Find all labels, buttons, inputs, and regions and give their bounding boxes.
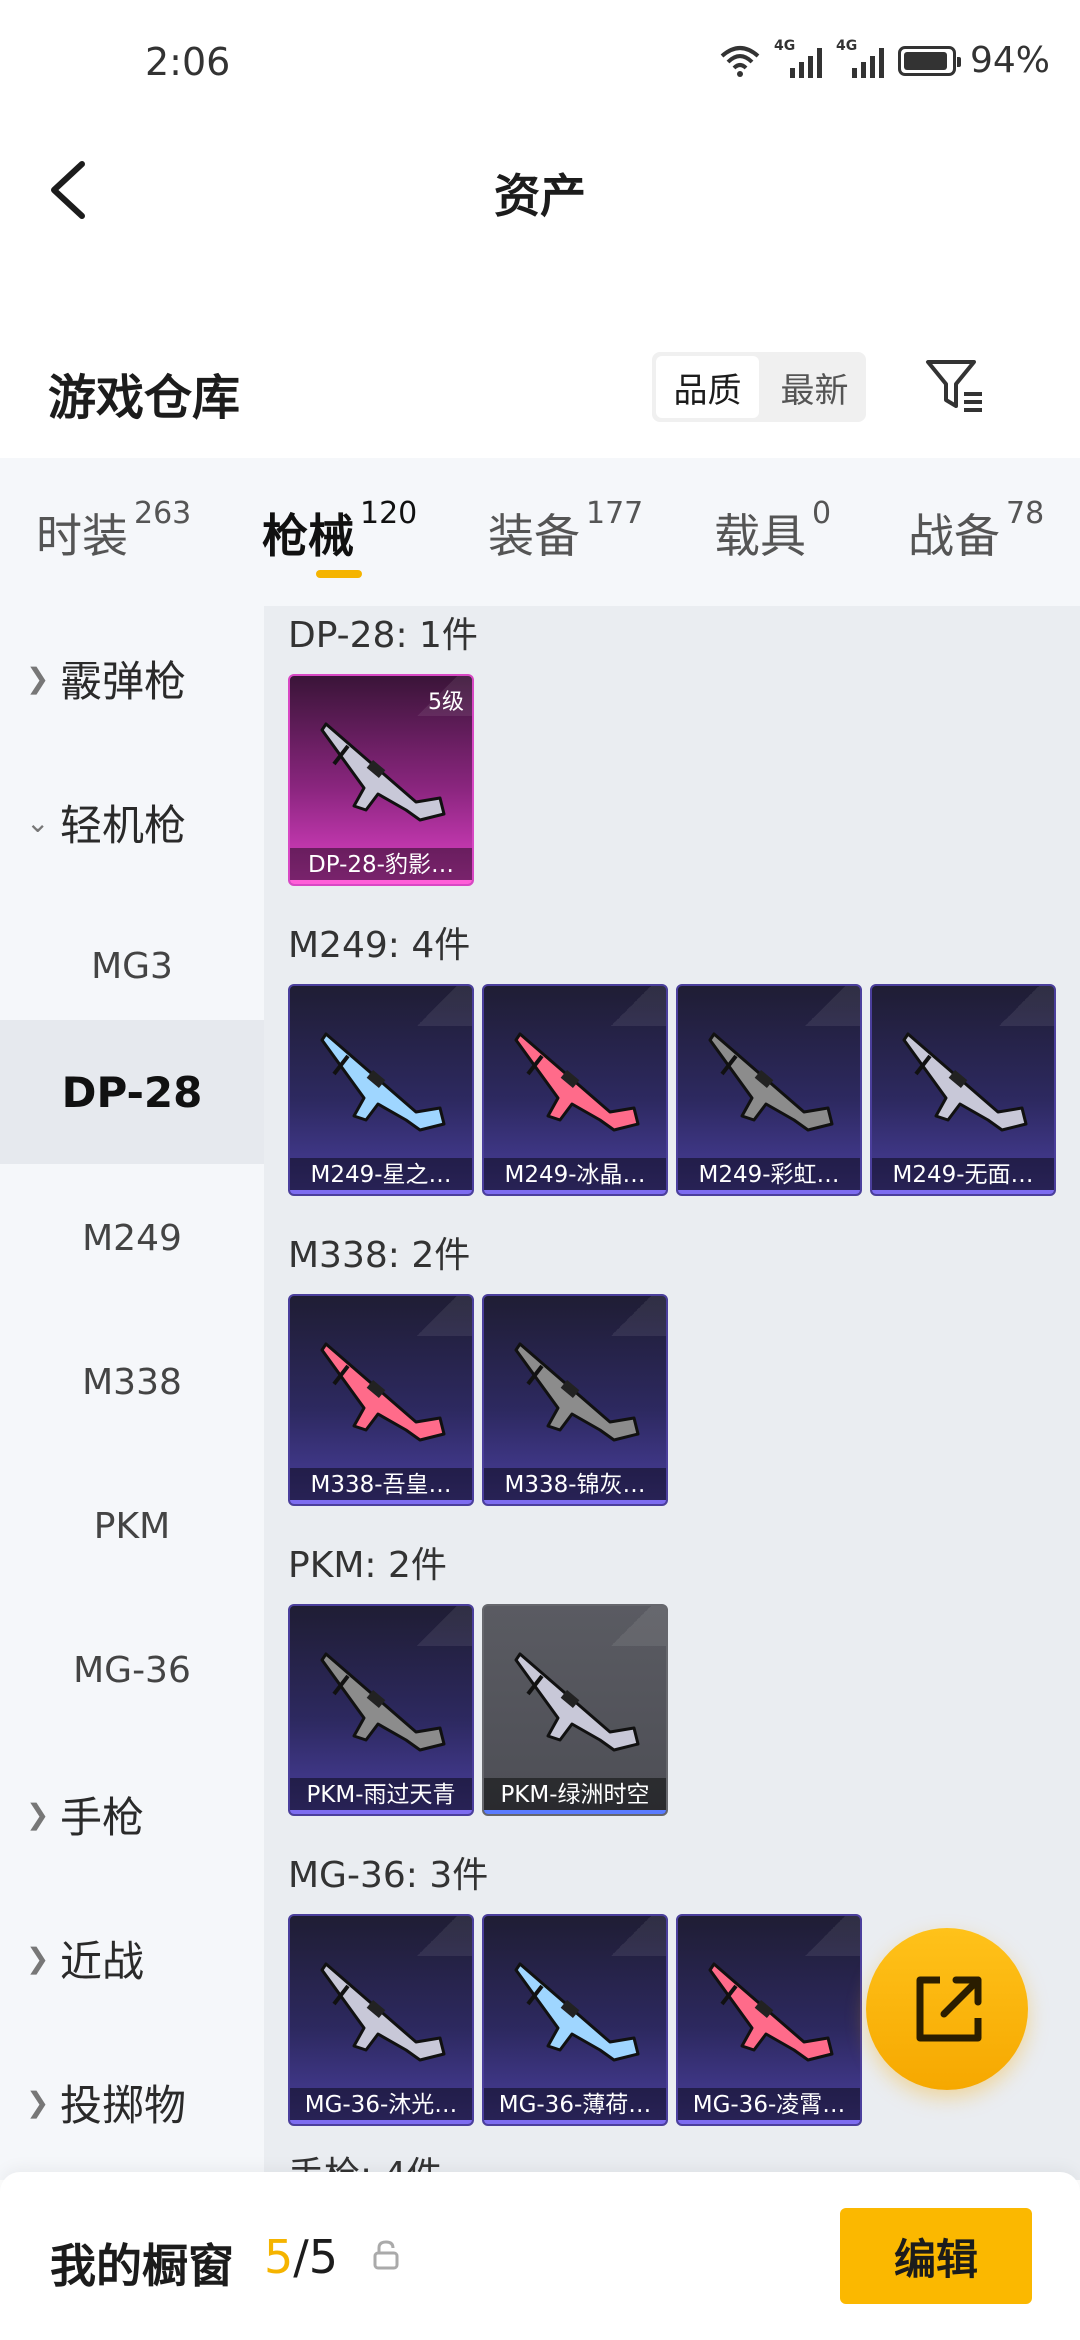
sort-toggle: 品质 最新 — [652, 352, 866, 422]
sidebar-item-m338[interactable]: M338 — [0, 1310, 264, 1454]
battery-percent: 94% — [969, 40, 1050, 81]
group-title: PKM: 2件 — [288, 1545, 447, 1586]
filter-button[interactable] — [920, 350, 990, 420]
sidebar-item-pistol[interactable]: ❯ 手枪 — [0, 1742, 264, 1886]
card-caption: PKM-绿洲时空 — [484, 1778, 666, 1814]
warehouse-title: 游戏仓库 — [48, 370, 241, 426]
weapon-skin-card[interactable]: M338-吾皇… — [288, 1294, 474, 1506]
sidebar-item-pkm[interactable]: PKM — [0, 1454, 264, 1598]
gun-icon — [320, 1032, 446, 1132]
gun-icon — [320, 1962, 446, 2062]
edit-button[interactable]: 编辑 — [840, 2208, 1032, 2304]
chevron-right-icon: ❯ — [26, 2085, 50, 2119]
weapon-skin-card[interactable]: MG-36-凌霄… — [676, 1914, 862, 2126]
sidebar-item-dp28[interactable]: DP-28 — [0, 1020, 264, 1164]
gun-icon — [902, 1032, 1028, 1132]
card-caption: MG-36-薄荷… — [484, 2088, 666, 2124]
sidebar-item-mg36[interactable]: MG-36 — [0, 1598, 264, 1742]
gun-icon — [320, 1342, 446, 1442]
weapon-skin-card[interactable]: M338-锦灰… — [482, 1294, 668, 1506]
card-caption: M249-彩虹… — [678, 1158, 860, 1194]
page-title: 资产 — [494, 169, 586, 223]
filter-icon — [926, 360, 982, 412]
status-time: 2:06 — [145, 40, 231, 84]
gun-icon — [514, 1962, 640, 2062]
sidebar-item-melee[interactable]: ❯ 近战 — [0, 1886, 264, 2030]
lock-icon — [373, 2240, 399, 2270]
card-caption: MG-36-沐光… — [290, 2088, 472, 2124]
sidebar-item-m249[interactable]: M249 — [0, 1166, 264, 1310]
tab-active-indicator — [316, 570, 362, 578]
battery-icon — [897, 45, 961, 76]
sort-quality-option[interactable]: 品质 — [656, 356, 759, 418]
showcase-label: 我的橱窗 — [50, 2239, 234, 2293]
weapon-type-sidebar: ❯ 霰弹枪 ⌄ 轻机枪 MG3 DP-28 M249 M338 PKM MG-3… — [0, 606, 264, 2180]
card-caption: M249-无面… — [872, 1158, 1054, 1194]
status-bar: 2:06 4G 4G 94% — [0, 0, 1080, 130]
category-tabs: 时装 263 枪械 120 装备 177 载具 0 战备 78 — [0, 458, 1080, 606]
weapon-skin-card[interactable]: MG-36-薄荷… — [482, 1914, 668, 2126]
sidebar-item-throwable[interactable]: ❯ 投掷物 — [0, 2030, 264, 2174]
showcase-count: 5/5 — [264, 2230, 339, 2284]
gun-icon — [514, 1032, 640, 1132]
weapon-skin-card[interactable]: 5级 DP-28-豹影… — [288, 674, 474, 886]
chevron-right-icon: ❯ — [26, 1941, 50, 1975]
share-button[interactable] — [866, 1928, 1028, 2090]
weapon-skin-card[interactable]: PKM-绿洲时空 — [482, 1604, 668, 1816]
gun-icon — [514, 1342, 640, 1442]
tab-vehicles[interactable]: 载具 0 — [714, 496, 831, 566]
weapon-skin-card[interactable]: PKM-雨过天青 — [288, 1604, 474, 1816]
weapon-skin-card[interactable]: M249-无面… — [870, 984, 1056, 1196]
sidebar-item-lmg[interactable]: ⌄ 轻机枪 — [0, 750, 264, 894]
signal-2-icon: 4G — [836, 38, 884, 78]
card-caption: PKM-雨过天青 — [290, 1778, 472, 1814]
group-title: DP-28: 1件 — [288, 615, 478, 656]
tab-fashion[interactable]: 时装 263 — [36, 496, 191, 566]
card-caption: M338-锦灰… — [484, 1468, 666, 1504]
chevron-right-icon: ❯ — [26, 661, 50, 695]
weapon-skin-card[interactable]: MG-36-沐光… — [288, 1914, 474, 2126]
gun-icon — [320, 1652, 446, 1752]
chevron-down-icon: ⌄ — [26, 805, 50, 839]
chevron-right-icon: ❯ — [26, 1797, 50, 1831]
gun-icon — [320, 722, 446, 822]
card-caption: M249-星之… — [290, 1158, 472, 1194]
sidebar-item-shotgun[interactable]: ❯ 霰弹枪 — [0, 606, 264, 750]
sidebar-item-mg3[interactable]: MG3 — [0, 894, 264, 1038]
tab-guns[interactable]: 枪械 120 — [262, 496, 417, 566]
gun-icon — [708, 1962, 834, 2062]
card-caption: M338-吾皇… — [290, 1468, 472, 1504]
card-caption: DP-28-豹影… — [290, 848, 472, 884]
tab-supplies[interactable]: 战备 78 — [908, 496, 1044, 566]
weapon-skin-card[interactable]: M249-星之… — [288, 984, 474, 1196]
group-title: M249: 4件 — [288, 925, 471, 966]
tab-equipment[interactable]: 装备 177 — [488, 496, 643, 566]
showcase-bar: 我的橱窗 5/5 编辑 — [0, 2172, 1080, 2340]
weapon-skin-card[interactable]: M249-彩虹… — [676, 984, 862, 1196]
gun-icon — [708, 1032, 834, 1132]
status-icons: 4G 4G 94% — [720, 38, 1050, 81]
share-icon — [916, 1976, 982, 2042]
card-caption: M249-冰晶… — [484, 1158, 666, 1194]
gun-icon — [514, 1652, 640, 1752]
group-title: MG-36: 3件 — [288, 1855, 489, 1896]
sort-newest-option[interactable]: 最新 — [763, 352, 866, 422]
group-title: M338: 2件 — [288, 1235, 471, 1276]
wifi-icon — [720, 45, 760, 77]
weapon-skin-card[interactable]: M249-冰晶… — [482, 984, 668, 1196]
signal-1-icon: 4G — [774, 38, 822, 78]
card-caption: MG-36-凌霄… — [678, 2088, 860, 2124]
